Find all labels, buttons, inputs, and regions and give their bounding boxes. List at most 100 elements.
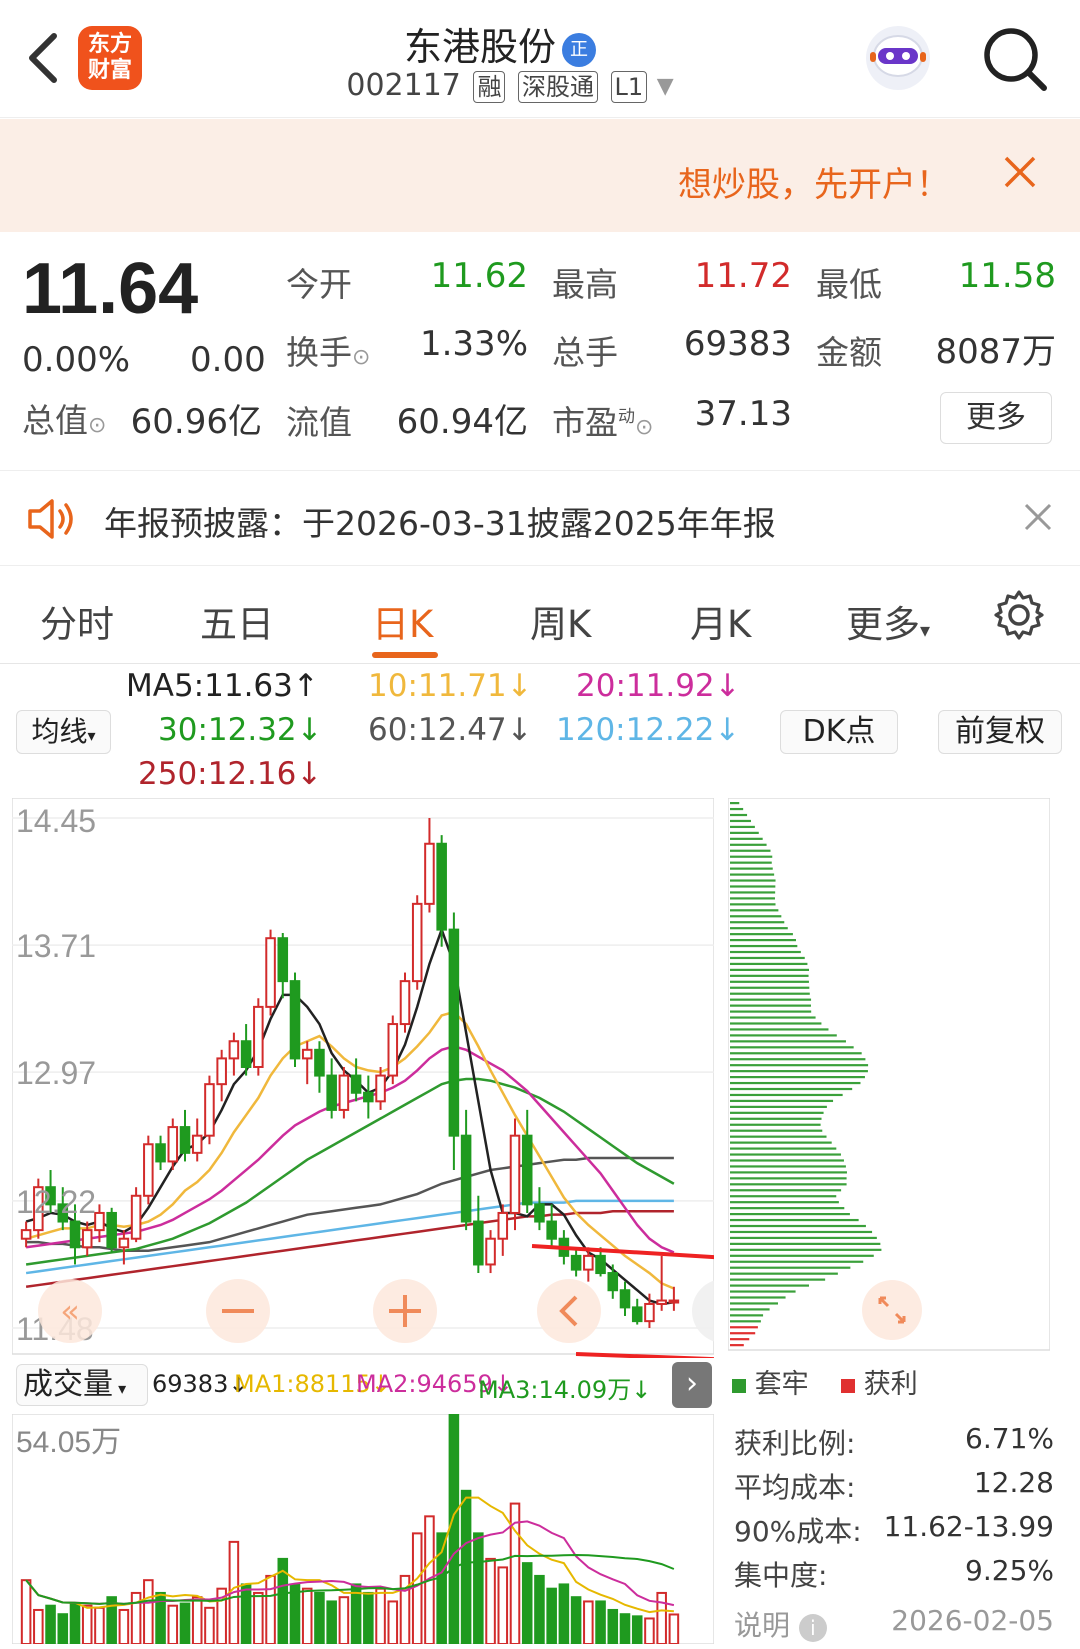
pe-dynamic-mark: 动 (618, 407, 635, 427)
volume-bar (644, 1617, 655, 1644)
volume-ma3: MA3:14.09万↓ (478, 1370, 651, 1405)
candle-body (326, 1074, 337, 1111)
ma250-value: 250:12.16↓ (138, 756, 322, 792)
candle-body (228, 1040, 240, 1060)
candle-body (631, 1306, 643, 1323)
chip-bar (730, 1081, 861, 1085)
candle-body (143, 1143, 154, 1197)
chip-note-row[interactable]: 说明 i 2026-02-05 (734, 1604, 1054, 1644)
tab-more-label: 更多 (846, 603, 920, 646)
stock-code-line[interactable]: 002117 融 深股通 L1 ▼ (300, 68, 720, 103)
chip-bar (730, 1022, 822, 1025)
expand-indicator-button[interactable]: › (672, 1362, 712, 1408)
chip-note-label[interactable]: 说明 (734, 1609, 790, 1642)
volume-bar (179, 1602, 191, 1644)
chip-bar (730, 1147, 837, 1150)
chip-bar (730, 962, 808, 966)
close-icon[interactable] (1020, 499, 1056, 535)
volume-bar (521, 1562, 533, 1644)
more-quote-button[interactable]: 更多 (940, 392, 1052, 444)
chip-bar (730, 1010, 812, 1013)
chip-bar (730, 1296, 786, 1299)
ma5-text: MA5:11.63 (126, 668, 293, 704)
back-arrow-icon[interactable] (18, 28, 68, 88)
float-cap-label: 流值 (286, 403, 352, 442)
forward-adjust-button[interactable]: 前复权 (938, 710, 1062, 754)
ma-selector-button[interactable]: 均线▾ (16, 710, 111, 754)
tab-daily-k[interactable]: 日K (372, 594, 433, 648)
volume-bar (33, 1608, 44, 1644)
candle-body (155, 1143, 166, 1163)
candle-body (644, 1302, 655, 1323)
volume-bar (595, 1600, 606, 1644)
info-icon[interactable]: ⊙ (635, 415, 653, 440)
volume-selector-button[interactable]: 成交量 ▾ (16, 1364, 148, 1406)
dk-point-button[interactable]: DK点 (780, 710, 898, 754)
pe-label[interactable]: 市盈动⊙ (552, 396, 653, 444)
open-account-banner[interactable]: 想炒股，先开户！ (0, 119, 1080, 232)
chip-bar (730, 1218, 859, 1222)
chip-bar (730, 1284, 809, 1287)
chip-bar (730, 1171, 847, 1174)
chip-bar (730, 1105, 827, 1108)
eastmoney-logo[interactable]: 东方 财富 (78, 26, 142, 90)
info-icon[interactable]: i (798, 1614, 827, 1642)
amount-value: 8087万 (935, 332, 1056, 372)
ma120-value: 120:12.22↓ (556, 712, 740, 748)
margin-badge: 融 (473, 70, 506, 103)
chip-profit-ratio: 获利比例: 6.71% (734, 1422, 1054, 1462)
chip-bar (730, 897, 775, 900)
open-account-text[interactable]: 想炒股，先开户！ (678, 157, 950, 206)
chip-bar (730, 1272, 838, 1275)
assistant-robot-icon[interactable] (860, 22, 936, 94)
chip-bar (730, 1159, 844, 1162)
volume-bar (118, 1608, 130, 1644)
search-icon[interactable] (980, 24, 1050, 94)
tab-intraday[interactable]: 分时 (40, 594, 114, 648)
gear-icon[interactable] (992, 588, 1046, 642)
info-icon[interactable]: ⊙ (352, 345, 370, 370)
chip-bar (730, 927, 788, 930)
info-icon[interactable]: ⊙ (88, 413, 106, 438)
legend-swatch-profit (841, 1379, 856, 1393)
chip-bar (730, 1034, 837, 1037)
close-icon[interactable] (1000, 152, 1040, 192)
tab-more[interactable]: 更多▾ (846, 594, 930, 648)
tab-five-day[interactable]: 五日 (200, 594, 274, 648)
ma10-text: 10:11.71 (368, 668, 507, 704)
chip-bar (730, 980, 809, 983)
arrow-up-icon: ↑ (292, 668, 319, 704)
candle-body (277, 937, 289, 983)
volume-bar (57, 1613, 69, 1644)
ma-selector-label: 均线 (31, 715, 88, 748)
pe-label-text: 市盈 (552, 403, 618, 442)
volume-bar (314, 1591, 325, 1644)
chip-bar (730, 1338, 750, 1341)
ma20-value: 20:11.92↓ (576, 668, 741, 704)
candle-body (118, 1237, 130, 1249)
chip-bar (730, 879, 776, 882)
speaker-icon (28, 499, 73, 539)
notice-text[interactable]: 年报预披露：于2026-03-31披露2025年年报 (104, 497, 776, 545)
volume-bar (191, 1596, 203, 1644)
volume-bar (326, 1600, 337, 1644)
turnover-value: 1.33% (419, 324, 528, 364)
candlestick-chart[interactable]: 14.4513.7112.9712.2211.48 « (12, 798, 714, 1358)
tab-weekly-k[interactable]: 周K (530, 594, 591, 648)
stock-name: 东港股份正 (300, 16, 700, 71)
chip-bar (730, 944, 798, 948)
chip-bar (730, 1111, 824, 1114)
chip-bar (730, 1302, 778, 1305)
chip-bar (730, 1058, 866, 1061)
volume-bar (534, 1574, 545, 1644)
chip-bar (730, 1028, 829, 1031)
market-cap-label[interactable]: 总值⊙ (22, 394, 106, 442)
notice-bar[interactable]: 年报预披露：于2026-03-31披露2025年年报 (0, 470, 1080, 566)
open-value: 11.62 (430, 256, 528, 296)
volume-bar (570, 1596, 582, 1644)
tab-monthly-k[interactable]: 月K (690, 594, 751, 648)
candle-body (167, 1126, 179, 1163)
turnover-label[interactable]: 换手⊙ (286, 326, 370, 374)
candle-body (69, 1220, 81, 1249)
dropdown-triangle-icon[interactable]: ▼ (657, 74, 674, 99)
